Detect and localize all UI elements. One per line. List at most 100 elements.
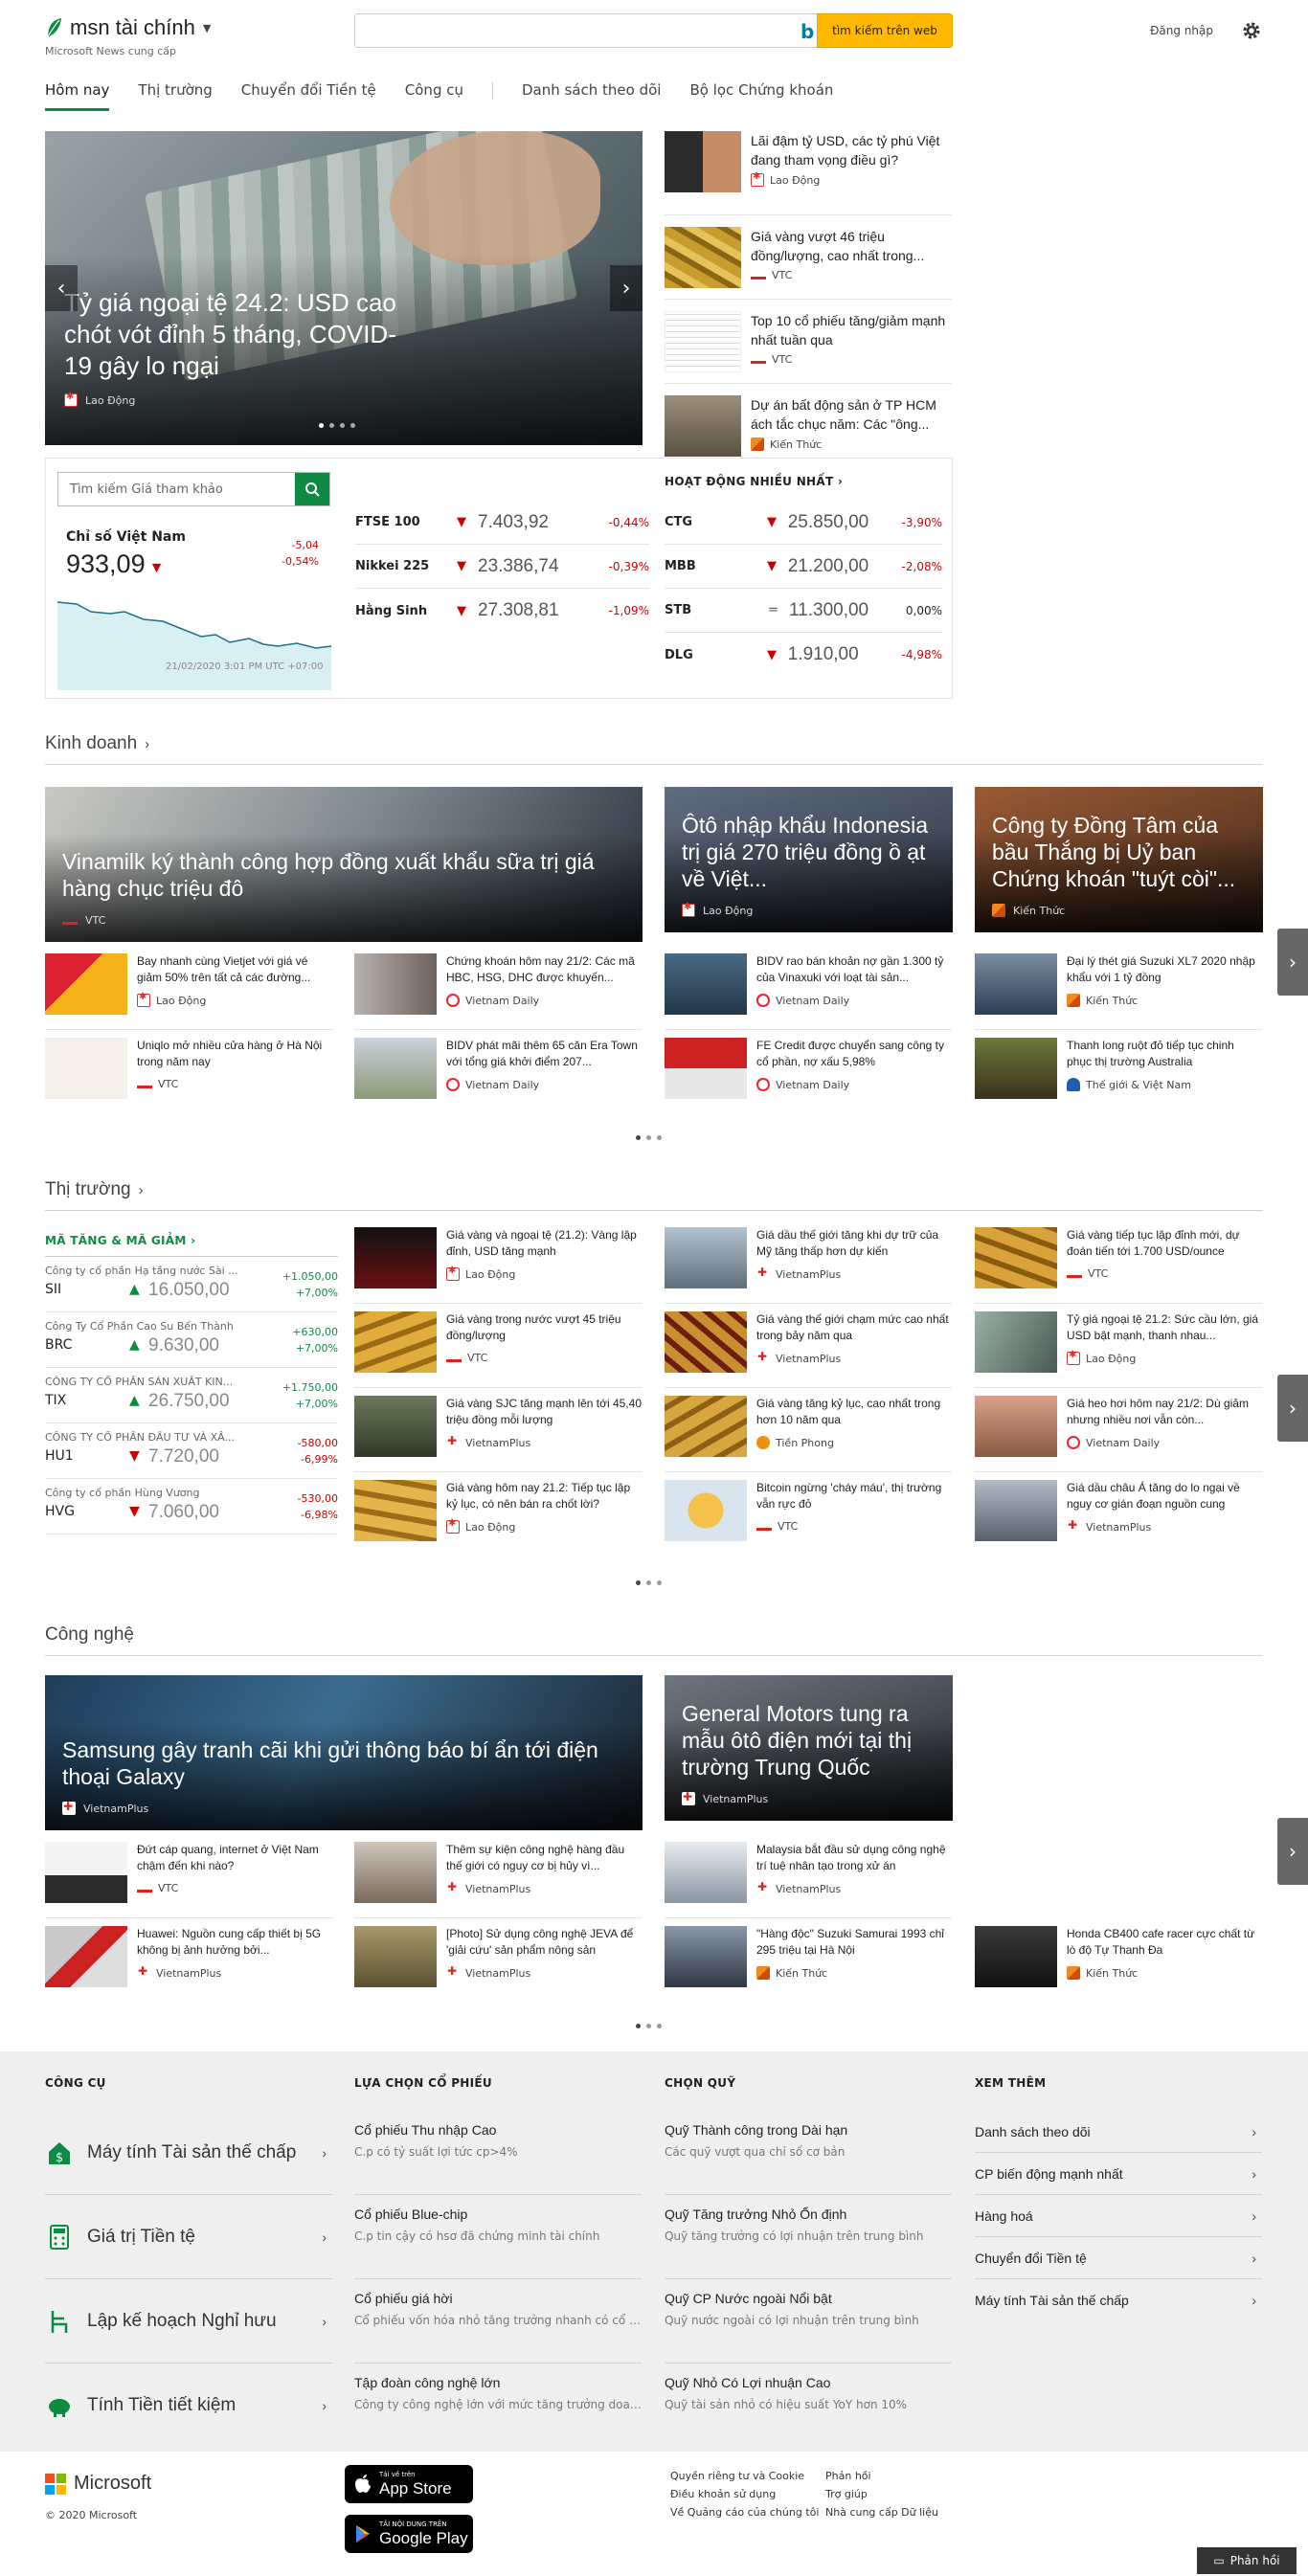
carousel-next-button[interactable]: › <box>610 265 643 311</box>
list-item[interactable]: Thanh long ruột đỏ tiếp tục chinh phục t… <box>975 1038 1262 1114</box>
index-row[interactable]: Hằng Sinh ▼ 27.308,81 -1,09% <box>355 589 649 633</box>
section-heading-markets[interactable]: Thị trường › <box>45 1179 1263 1211</box>
chevron-down-icon[interactable]: ▼ <box>203 22 211 34</box>
fund-pick-link[interactable]: Quỹ CP Nước ngoài Nổi bật Quỹ nước ngoài … <box>665 2279 952 2363</box>
most-active-title[interactable]: HOẠT ĐỘNG NHIỀU NHẤT › <box>665 472 942 501</box>
active-row[interactable]: STB = 11.300,00 0,00% <box>665 589 942 633</box>
section-next-button[interactable]: › <box>1277 1818 1308 1885</box>
microsoft-logo[interactable]: Microsoft <box>45 2473 151 2495</box>
feedback-link[interactable]: Phản hồi <box>825 2467 938 2485</box>
business-card[interactable]: Công ty Đồng Tâm của bầu Thắng bị Uỷ ban… <box>975 787 1263 932</box>
list-item[interactable]: Honda CB400 cafe racer cực chất từ lò độ… <box>975 1926 1262 2003</box>
mover-row[interactable]: CÔNG TY CỔ PHẦN SẢN XUẤT KIN... TIX ▲ 26.75… <box>45 1368 338 1423</box>
mover-row[interactable]: Công ty cổ phần Hạ tầng nước Sài ... SII ▲… <box>45 1257 338 1312</box>
stock-pick-link[interactable]: Cổ phiếu Thu nhập Cao C.p có tỷ suất lợi … <box>354 2111 642 2195</box>
section-heading-business[interactable]: Kinh doanh › <box>45 733 1263 765</box>
list-item[interactable]: Malaysia bắt đầu sử dụng công nghệ trí t… <box>665 1842 952 1918</box>
section-pager[interactable] <box>636 1135 662 1140</box>
google-play-badge[interactable]: TẢI NỘI DUNG TRÊN Google Play <box>345 2515 473 2553</box>
app-store-badge[interactable]: Tải về trên App Store <box>345 2465 473 2503</box>
list-item[interactable]: [Photo] Sử dụng công nghệ JEVA để 'giải … <box>354 1926 642 2003</box>
business-card[interactable]: Ôtô nhập khẩu Indonesia trị giá 270 triệ… <box>665 787 953 932</box>
list-item[interactable]: Giá vàng và ngoại tệ (21.2): Vàng lập đỉ… <box>354 1227 642 1304</box>
see-more-link[interactable]: CP biến động mạnh nhất › <box>975 2153 1262 2195</box>
tech-card[interactable]: General Motors tung ra mẫu ôtô điện mới … <box>665 1675 953 1821</box>
list-item[interactable]: Đại lý thét giá Suzuki XL7 2020 nhập khẩ… <box>975 953 1262 1030</box>
list-item[interactable]: Đứt cáp quang, internet ở Việt Nam chậm … <box>45 1842 332 1918</box>
list-item[interactable]: Top 10 cổ phiếu tăng/giảm mạnh nhất tuần… <box>665 300 952 384</box>
list-item[interactable]: Bay nhanh cùng Vietjet với giá vé giảm 5… <box>45 953 332 1030</box>
list-item[interactable]: "Hàng độc" Suzuki Samurai 1993 chỉ 295 t… <box>665 1926 952 2003</box>
section-pager[interactable] <box>636 2024 662 2028</box>
list-item[interactable]: BIDV rao bán khoản nợ gần 1.300 tỷ của V… <box>665 953 952 1030</box>
stock-pick-link[interactable]: Cổ phiếu giá hời Cổ phiếu vốn hóa nhỏ tăn… <box>354 2279 642 2363</box>
tool-link[interactable]: Lập kế hoạch Nghỉ hưu › <box>45 2279 332 2363</box>
list-item[interactable]: Huawei: Nguồn cung cấp thiết bị 5G không… <box>45 1926 332 2003</box>
carousel-dots[interactable] <box>319 423 355 428</box>
web-search-box[interactable]: b tìm kiếm trên web <box>354 13 953 48</box>
see-more-link[interactable]: Danh sách theo dõi › <box>975 2111 1262 2153</box>
active-row[interactable]: MBB ▼ 21.200,00 -2,08% <box>665 545 942 589</box>
help-link[interactable]: Trợ giúp <box>825 2485 938 2503</box>
list-item[interactable]: Dự án bất động sản ở TP HCM ách tắc chục… <box>665 384 952 468</box>
list-item[interactable]: Giá vàng tăng kỷ lục, cao nhất trong hơn… <box>665 1396 952 1472</box>
mover-row[interactable]: CÔNG TY CỔ PHẦN ĐẦU TƯ VÀ XÂ... HU1 ▼ 7.720… <box>45 1423 338 1479</box>
list-item[interactable]: Chứng khoán hôm nay 21/2: Các mã HBC, HS… <box>354 953 642 1030</box>
tool-link[interactable]: Tính Tiền tiết kiệm › <box>45 2363 332 2448</box>
stock-pick-link[interactable]: Cổ phiếu Blue-chip C.p tin cậy có hsơ đã … <box>354 2195 642 2279</box>
movers-title[interactable]: MÃ TĂNG & MÃ GIẢM › <box>45 1234 338 1257</box>
list-item[interactable]: Giá dầu thế giới tăng khi dự trữ của Mỹ … <box>665 1227 952 1304</box>
list-item[interactable]: Tỷ giá ngoại tệ 21.2: Sức cầu lớn, giá U… <box>975 1311 1262 1388</box>
list-item[interactable]: FE Credit được chuyển sang công ty cổ ph… <box>665 1038 952 1114</box>
active-row[interactable]: DLG ▼ 1.910,00 -4,98% <box>665 633 942 677</box>
list-item[interactable]: Giá heo hơi hôm nay 21/2: Dù giảm nhưng … <box>975 1396 1262 1472</box>
list-item[interactable]: Giá vàng trong nước vượt 45 triệu đồng/l… <box>354 1311 642 1388</box>
stock-pick-link[interactable]: Tập đoàn công nghệ lớn Công ty công nghệ … <box>354 2363 642 2448</box>
see-more-link[interactable]: Hàng hoá › <box>975 2195 1262 2237</box>
feedback-button[interactable]: ▭ Phản hồi <box>1197 2547 1297 2574</box>
list-item[interactable]: Giá vàng vượt 46 triệu đồng/lượng, cao n… <box>665 215 952 300</box>
index-row[interactable]: Nikkei 225 ▼ 23.386,74 -0,39% <box>355 545 649 589</box>
tab-markets[interactable]: Thị trường <box>138 78 212 111</box>
tool-link[interactable]: $ Máy tính Tài sản thế chấp › <box>45 2111 332 2195</box>
list-item[interactable]: Giá dầu châu Á tăng do lo ngại về nguy c… <box>975 1480 1262 1557</box>
list-item[interactable]: Giá vàng tiếp tục lập đỉnh mới, dự đoán … <box>975 1227 1262 1304</box>
vn-index-chart[interactable] <box>57 579 331 690</box>
tech-feature-card[interactable]: Samsung gây tranh cãi khi gửi thông báo … <box>45 1675 643 1830</box>
carousel-prev-button[interactable]: ‹ <box>45 265 78 311</box>
quote-search-input[interactable]: Tìm kiếm Giá tham khảo <box>57 472 330 506</box>
see-more-link[interactable]: Chuyển đổi Tiền tệ › <box>975 2237 1262 2279</box>
fund-pick-link[interactable]: Quỹ Thành công trong Dài hạn Các quỹ vượt… <box>665 2111 952 2195</box>
terms-link[interactable]: Điều khoản sử dụng <box>670 2485 819 2503</box>
see-more-link[interactable]: Máy tính Tài sản thế chấp › <box>975 2279 1262 2321</box>
search-button[interactable] <box>295 473 329 505</box>
data-providers-link[interactable]: Nhà cung cấp Dữ liệu <box>825 2503 938 2521</box>
mover-row[interactable]: Công ty cổ phần Hùng Vương HVG ▼ 7.060,00 -5… <box>45 1479 338 1534</box>
vn-index-title[interactable]: Chỉ số Việt Nam <box>66 529 186 545</box>
index-row[interactable]: FTSE 100 ▼ 7.403,92 -0,44% <box>355 501 649 545</box>
section-heading-tech[interactable]: Công nghệ <box>45 1624 1263 1656</box>
gear-icon[interactable] <box>1240 19 1263 42</box>
list-item[interactable]: BIDV phát mãi thêm 65 căn Era Town với t… <box>354 1038 642 1114</box>
tab-stock-screener[interactable]: Bộ lọc Chứng khoán <box>689 78 833 111</box>
tab-watchlist[interactable]: Danh sách theo dõi <box>522 78 661 111</box>
list-item[interactable]: Uniqlo mở nhiều cửa hàng ở Hà Nội trong … <box>45 1038 332 1114</box>
sign-in-link[interactable]: Đăng nhập <box>1150 24 1213 37</box>
tab-today[interactable]: Hôm nay <box>45 78 110 111</box>
list-item[interactable]: Giá vàng thế giới chạm mức cao nhất tron… <box>665 1311 952 1388</box>
tab-currency-converter[interactable]: Chuyển đổi Tiền tệ <box>241 78 376 111</box>
list-item[interactable]: Thêm sự kiện công nghệ hàng đầu thế giới… <box>354 1842 642 1918</box>
tool-link[interactable]: Giá trị Tiền tệ › <box>45 2195 332 2279</box>
business-feature-card[interactable]: Vinamilk ký thành công hợp đồng xuất khẩ… <box>45 787 643 942</box>
fund-pick-link[interactable]: Quỹ Tăng trưởng Nhỏ Ổn định Quỹ tăng trưở… <box>665 2195 952 2279</box>
active-row[interactable]: CTG ▼ 25.850,00 -3,90% <box>665 501 942 545</box>
list-item[interactable]: Lãi đậm tỷ USD, các tỷ phú Việt đang tha… <box>665 131 952 215</box>
list-item[interactable]: Giá vàng hôm nay 21.2: Tiếp tục lập kỷ l… <box>354 1480 642 1557</box>
section-next-button[interactable]: › <box>1277 929 1308 996</box>
about-ads-link[interactable]: Về Quảng cáo của chúng tôi <box>670 2503 819 2521</box>
mover-row[interactable]: Công Ty Cổ Phần Cao Su Bến Thành BRC ▲ 9.63… <box>45 1312 338 1368</box>
section-pager[interactable] <box>636 1580 662 1585</box>
fund-pick-link[interactable]: Quỹ Nhỏ Có Lợi nhuận Cao Quỹ tài sản nhỏ … <box>665 2363 952 2448</box>
search-web-button[interactable]: tìm kiếm trên web <box>817 13 953 48</box>
list-item[interactable]: Giá vàng SJC tăng mạnh lên tới 45,40 tri… <box>354 1396 642 1472</box>
